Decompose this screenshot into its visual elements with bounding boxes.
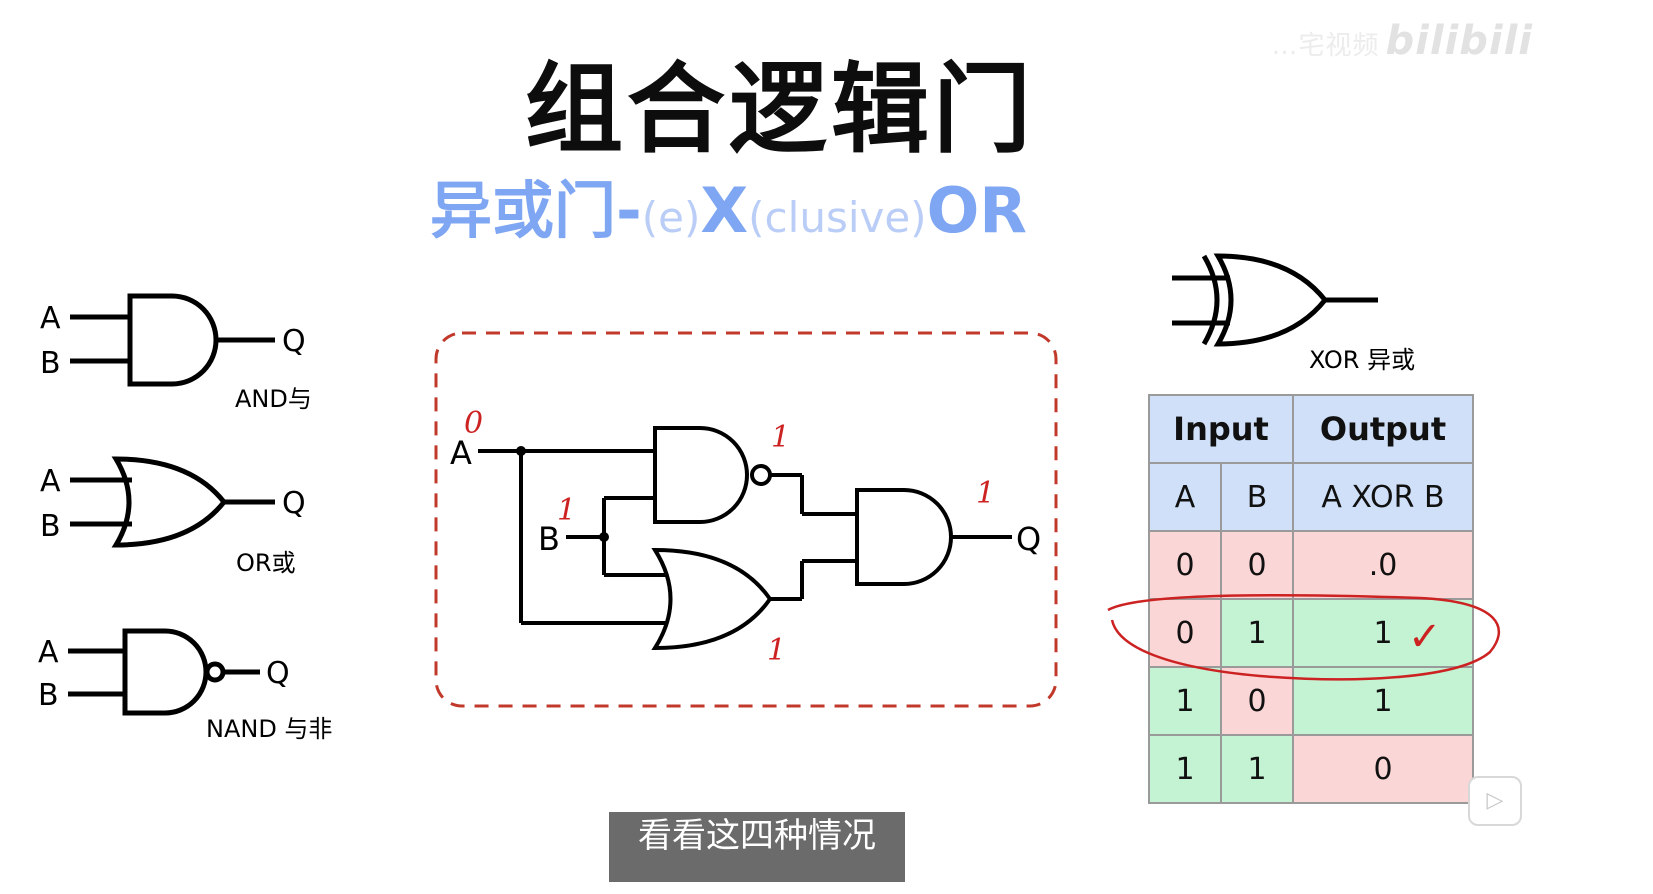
output-header: Output xyxy=(1292,394,1474,464)
and-input-a: A xyxy=(40,301,61,336)
cell-b: 1 xyxy=(1220,598,1294,668)
or-input-b: B xyxy=(40,509,61,544)
nand-caption: NAND 与非 xyxy=(206,715,332,743)
video-subtitle-caption: 看看这四种情况 xyxy=(609,812,905,882)
and-gate xyxy=(70,293,275,387)
table-row: 0 0 .0 xyxy=(1148,530,1474,600)
handwritten-or-value: 1 xyxy=(767,633,786,668)
truth-table-header-row: Input Output xyxy=(1148,394,1474,464)
col-a-header: A xyxy=(1148,462,1222,532)
handwritten-a-value: 0 xyxy=(464,406,483,441)
xor-caption: XOR 异或 xyxy=(1309,346,1415,374)
table-row: 0 1 1 xyxy=(1148,598,1474,668)
table-row: 1 0 1 xyxy=(1148,666,1474,736)
xor-truth-table: Input Output A B A XOR B 0 0 .0 0 1 1 1 … xyxy=(1148,394,1474,804)
circuit-output-q: Q xyxy=(1016,520,1041,558)
junction-dot-b xyxy=(599,532,609,542)
or-input-a: A xyxy=(40,464,61,499)
cell-b: 0 xyxy=(1220,666,1294,736)
cell-b: 1 xyxy=(1220,734,1294,804)
junction-dot-a xyxy=(516,446,526,456)
xor-gate-symbol xyxy=(1172,253,1378,347)
or-caption: OR或 xyxy=(236,549,296,577)
and-output-q: Q xyxy=(282,324,306,359)
handwritten-b-value: 1 xyxy=(557,493,576,528)
circuit-dashed-frame xyxy=(434,331,1058,708)
cell-out: 0 xyxy=(1292,734,1474,804)
and-input-b: B xyxy=(40,346,61,381)
cell-a: 0 xyxy=(1148,598,1222,668)
nand-output-q: Q xyxy=(266,656,290,691)
handwritten-nand-value: 1 xyxy=(771,420,790,455)
and-caption: AND与 xyxy=(235,385,312,413)
nand-input-a: A xyxy=(38,635,59,670)
or-output-q: Q xyxy=(282,486,306,521)
cell-a: 1 xyxy=(1148,666,1222,736)
input-header: Input xyxy=(1148,394,1294,464)
cell-out: .0 xyxy=(1292,530,1474,600)
cell-b: 0 xyxy=(1220,530,1294,600)
play-icon[interactable]: ▷ xyxy=(1468,776,1522,826)
or-gate xyxy=(70,456,275,548)
col-out-header: A XOR B xyxy=(1292,462,1474,532)
cell-out: 1 xyxy=(1292,666,1474,736)
col-b-header: B xyxy=(1220,462,1294,532)
nand-input-b: B xyxy=(38,678,59,713)
cell-a: 0 xyxy=(1148,530,1222,600)
cell-a: 1 xyxy=(1148,734,1222,804)
truth-table-subheader-row: A B A XOR B xyxy=(1148,462,1474,532)
table-row: 1 1 0 xyxy=(1148,734,1474,804)
nand-gate xyxy=(68,628,260,716)
handwritten-q-value: 1 xyxy=(976,476,995,511)
cell-out: 1 xyxy=(1292,598,1474,668)
